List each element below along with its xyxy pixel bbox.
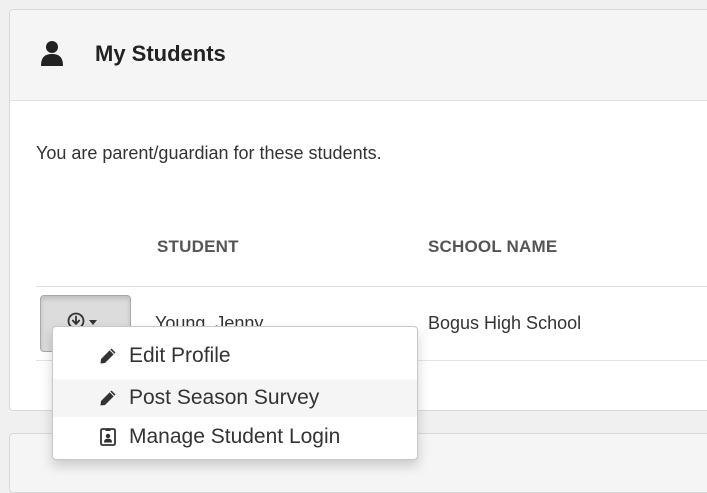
menu-item-label: Post Season Survey xyxy=(129,386,320,409)
panel-heading: My Students xyxy=(10,10,707,101)
intro-text: You are parent/guardian for these studen… xyxy=(36,143,382,163)
menu-item-edit-profile[interactable]: Edit Profile xyxy=(53,337,417,375)
id-badge-icon xyxy=(100,428,116,446)
school-name-cell: Bogus High School xyxy=(428,313,582,333)
menu-item-label: Manage Student Login xyxy=(129,425,341,448)
menu-item-post-season-survey[interactable]: Post Season Survey xyxy=(53,379,417,417)
student-actions-menu: Edit Profile Post Season Survey Manage S… xyxy=(52,326,418,460)
caret-down-icon xyxy=(89,320,97,325)
pencil-icon xyxy=(100,348,116,364)
menu-item-manage-student-login[interactable]: Manage Student Login xyxy=(53,418,417,456)
table-divider xyxy=(36,286,707,287)
column-header-student: STUDENT xyxy=(157,237,239,256)
menu-item-label: Edit Profile xyxy=(129,344,231,367)
pencil-icon xyxy=(100,390,116,406)
panel-title: My Students xyxy=(95,41,226,66)
column-header-school-name: SCHOOL NAME xyxy=(428,237,558,256)
user-icon xyxy=(41,41,63,66)
